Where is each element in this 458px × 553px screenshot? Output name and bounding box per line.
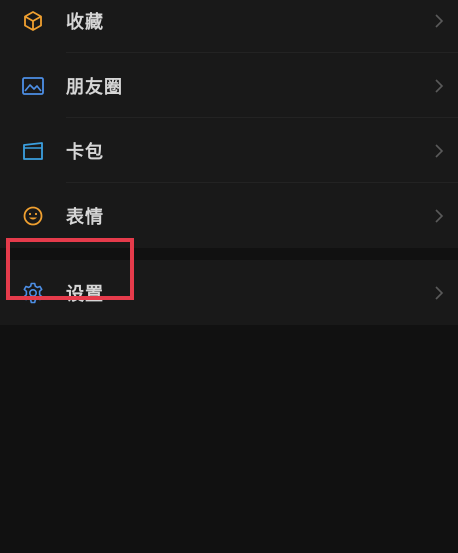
menu-group-primary: 收藏 朋友圈 卡包 表情: [0, 0, 458, 248]
chevron-right-icon: [435, 208, 444, 223]
group-spacer: [0, 248, 458, 260]
gear-icon: [20, 280, 46, 306]
chevron-right-icon: [435, 143, 444, 158]
card-wallet-icon: [20, 138, 46, 164]
cube-icon: [20, 8, 46, 34]
menu-item-label: 表情: [66, 206, 104, 228]
image-icon: [20, 73, 46, 99]
smiley-icon: [20, 203, 46, 229]
menu-item-label: 设置: [66, 283, 104, 305]
menu-item-label: 收藏: [66, 11, 104, 33]
menu-item-favorites[interactable]: 收藏: [0, 0, 458, 53]
menu-item-label: 朋友圈: [66, 76, 123, 98]
menu-group-settings: 设置: [0, 260, 458, 325]
chevron-right-icon: [435, 285, 444, 300]
me-page-screen: 收藏 朋友圈 卡包 表情 设置: [0, 0, 458, 541]
menu-item-label: 卡包: [66, 141, 104, 163]
menu-item-settings[interactable]: 设置: [0, 260, 458, 325]
menu-item-stickers[interactable]: 表情: [0, 183, 458, 248]
menu-item-cards[interactable]: 卡包: [0, 118, 458, 183]
chevron-right-icon: [435, 78, 444, 93]
menu-item-moments[interactable]: 朋友圈: [0, 53, 458, 118]
chevron-right-icon: [435, 13, 444, 28]
